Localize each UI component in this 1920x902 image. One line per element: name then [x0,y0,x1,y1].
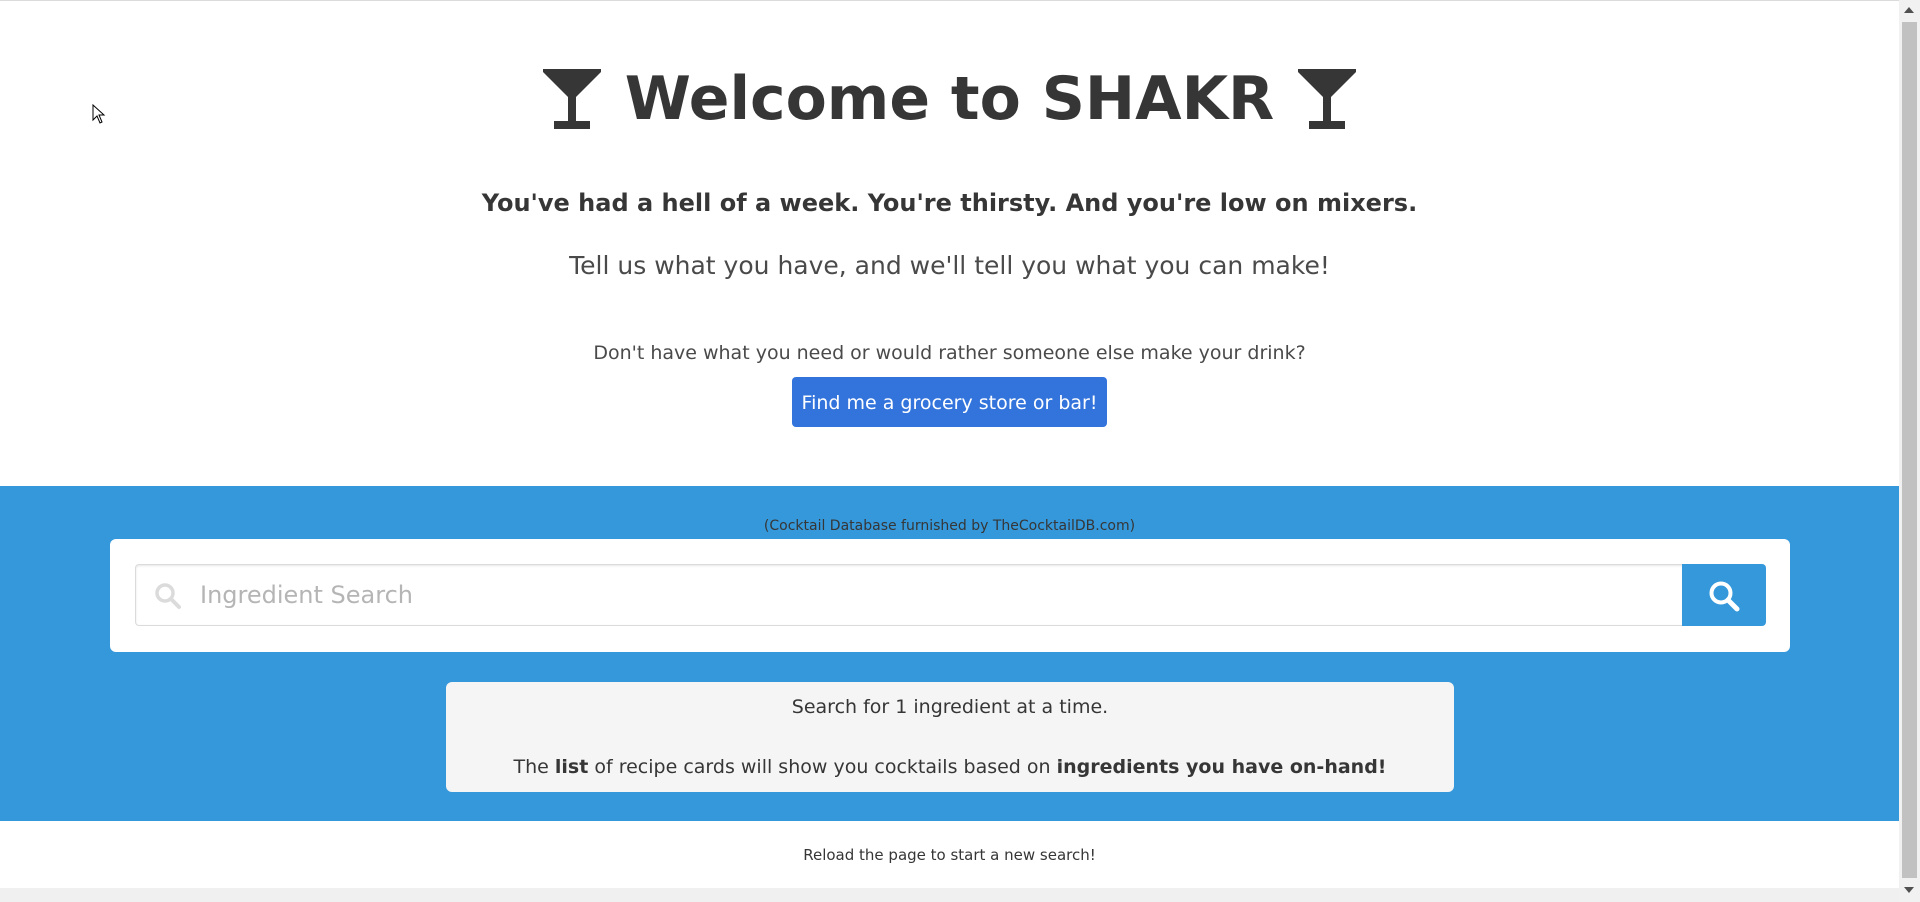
scroll-up-icon[interactable] [1904,7,1914,13]
search-section: (Cocktail Database furnished by TheCockt… [0,486,1899,821]
reload-hint: Reload the page to start a new search! [803,846,1096,864]
page-title-row: Welcome to SHAKR [0,57,1899,141]
instruction-text: The [513,756,555,778]
vertical-scrollbar[interactable] [1899,0,1920,902]
database-credit: (Cocktail Database furnished by TheCockt… [763,518,1136,534]
search-submit-button[interactable] [1682,564,1766,626]
instruction-text: of recipe cards will show you cocktails … [588,756,1057,778]
instruction-line-2: The list of recipe cards will show you c… [446,756,1454,778]
ingredient-search-input[interactable] [198,565,1668,625]
cocktail-glass-icon [542,69,601,129]
page-title: Welcome to SHAKR [624,64,1275,134]
instruction-emphasis: ingredients you have on-hand! [1056,756,1387,778]
instruction-emphasis: list [554,756,589,778]
scroll-down-icon[interactable] [1904,887,1914,893]
hero-subtitle: You've had a hell of a week. You're thir… [481,189,1418,217]
instruction-line-1: Search for 1 ingredient at a time. [791,696,1109,718]
locator-question: Don't have what you need or would rather… [593,342,1306,364]
search-instructions: Search for 1 ingredient at a time. The l… [446,682,1454,792]
search-panel [110,539,1790,652]
mouse-cursor-icon [92,104,106,124]
search-field [135,564,1683,626]
hero-section: Welcome to SHAKR You've had a hell of a … [0,1,1899,486]
scroll-thumb[interactable] [1902,22,1917,878]
search-icon [155,583,181,609]
page: Welcome to SHAKR You've had a hell of a … [0,0,1899,902]
cocktail-glass-icon [1298,69,1357,129]
search-icon [1709,581,1740,612]
find-store-or-bar-button[interactable]: Find me a grocery store or bar! [792,377,1107,427]
page-bottom-edge [0,888,1899,902]
hero-tagline: Tell us what you have, and we'll tell yo… [569,251,1330,280]
